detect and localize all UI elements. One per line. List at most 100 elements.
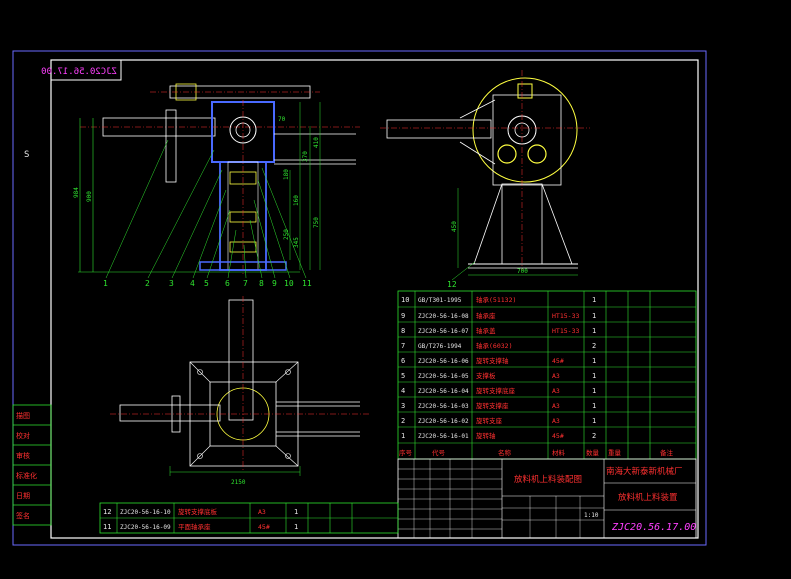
bottom-table: 12 ZJC20-56-16-10 旋转支撑底板 A3 111 ZJC20-56-16-0… <box>99 502 399 534</box>
part-row-code: ZJC20-56-16-01 <box>418 433 469 440</box>
part-row-qty: 1 <box>592 327 596 335</box>
part-row-no: 2 <box>401 417 405 425</box>
title-right: 放料机上料装置 <box>618 492 678 503</box>
part-row-qty: 1 <box>592 312 596 320</box>
part-row-material: A3 <box>552 372 560 380</box>
part-row-material: 45# <box>552 357 564 365</box>
part-row-qty: 1 <box>592 296 596 304</box>
callout-10: 10 <box>284 279 294 288</box>
part-row-name: 支撑板 <box>476 371 496 380</box>
dim-250: 250 <box>283 229 290 240</box>
dim-180: 180 <box>283 169 290 180</box>
part-row-code: ZJC20-56-16-05 <box>418 373 469 380</box>
part-row-name: 旋转支座 <box>476 416 503 425</box>
part-row-name: 轴承(51132) <box>476 295 516 304</box>
part-row-name: 轴承(6032) <box>476 341 512 350</box>
part-row-code: ZJC20-56-16-04 <box>418 388 469 395</box>
part-row-no: 8 <box>401 327 405 335</box>
part-row-no: 1 <box>401 432 405 440</box>
dim-984: 984 <box>73 187 80 198</box>
hdr-remark: 备注 <box>660 448 674 457</box>
bottom-row-qty: 1 <box>294 523 298 531</box>
part-row-no: 3 <box>401 402 405 410</box>
callout-2: 2 <box>145 279 150 288</box>
callout-12: 12 <box>447 280 457 289</box>
part-row-name: 轴承盖 <box>476 326 496 335</box>
part-row-name: 旋转轴 <box>476 431 496 440</box>
bottom-row-no: 12 <box>103 508 111 516</box>
callout-4: 4 <box>190 279 195 288</box>
left-strip-0: 描图 <box>16 411 30 420</box>
dim-370: 370 <box>302 151 309 162</box>
part-row-qty: 1 <box>592 417 596 425</box>
part-row-name: 轴承座 <box>476 311 496 320</box>
callout-11: 11 <box>302 279 312 288</box>
front-view: 984 900 370 410 750 180 160 250 345 70 1… <box>73 83 360 288</box>
dim-345: 345 <box>293 237 300 248</box>
part-row-code: GB/T301-1995 <box>418 297 462 304</box>
part-row-name: 旋转支撑轴 <box>476 356 509 365</box>
bottom-row-name: 平面轴承座 <box>178 522 211 531</box>
left-strip-5: 签名 <box>16 511 30 520</box>
part-row-qty: 1 <box>592 357 596 365</box>
part-row-code: ZJC20-56-16-02 <box>418 418 469 425</box>
cad-drawing: ZJC20.56.17.00 S 描图 校对 审核 标准化 日期 签名 984 … <box>12 50 707 546</box>
hdr-qty: 数量 <box>586 448 600 457</box>
drawing-number-bottom: ZJC20.56.17.00 <box>611 522 696 533</box>
inner-border <box>50 59 699 539</box>
bottom-row-qty: 1 <box>294 508 298 516</box>
part-row-code: ZJC20-56-16-06 <box>418 358 469 365</box>
part-row-code: ZJC20-56-16-03 <box>418 403 469 410</box>
callout-8: 8 <box>259 279 264 288</box>
part-row-material: A3 <box>552 402 560 410</box>
part-row-no: 10 <box>401 296 409 304</box>
left-strip-3: 标准化 <box>16 471 37 480</box>
part-row-name: 旋转支撑底座 <box>476 386 516 395</box>
drawing-number-top: ZJC20.56.17.00 <box>41 67 117 77</box>
callout-1: 1 <box>103 279 108 288</box>
hdr-code: 代号 <box>432 448 446 457</box>
part-row-qty: 2 <box>592 432 596 440</box>
part-row-material: 45# <box>552 432 564 440</box>
dim-900: 900 <box>86 191 93 202</box>
title-block: 放料机上料装配图 南海大新泰新机械厂 放料机上料装置 1:10 ZJC20.56… <box>397 458 697 539</box>
part-row-no: 4 <box>401 387 405 395</box>
plan-view: 2150 <box>110 296 370 486</box>
left-strip: 描图 校对 审核 标准化 日期 签名 <box>12 404 52 526</box>
dim-70: 70 <box>278 116 286 123</box>
dim-410: 410 <box>313 137 320 148</box>
part-row-qty: 1 <box>592 372 596 380</box>
callout-9: 9 <box>272 279 277 288</box>
part-row-code: ZJC20-56-16-08 <box>418 313 469 320</box>
bottom-row-material: 45# <box>258 523 270 531</box>
left-strip-1: 校对 <box>16 431 30 440</box>
side-view: 450 700 12 <box>380 70 590 289</box>
left-strip-4: 日期 <box>16 492 30 500</box>
part-row-material: HT15-33 <box>552 327 579 335</box>
hdr-weight: 重量 <box>608 449 622 457</box>
callout-3: 3 <box>169 279 174 288</box>
part-row-qty: 2 <box>592 342 596 350</box>
dim-450: 450 <box>451 221 458 232</box>
part-row-no: 5 <box>401 372 405 380</box>
dim-2150: 2150 <box>231 479 246 486</box>
bottom-row-code: ZJC20-56-16-09 <box>120 524 171 531</box>
part-row-code: ZJC20-56-16-07 <box>418 328 469 335</box>
part-row-qty: 1 <box>592 387 596 395</box>
dim-750: 750 <box>313 217 320 228</box>
drawing-number-top-box: ZJC20.56.17.00 <box>41 59 122 81</box>
parts-table: 10 GB/T301-1995 轴承(51132) 1 9 ZJC20-56-16-08 轴… <box>397 290 697 460</box>
title-left: 放料机上料装配图 <box>514 474 582 485</box>
hdr-material: 材料 <box>552 448 566 457</box>
bottom-row-no: 11 <box>103 523 111 531</box>
part-row-material: A3 <box>552 387 560 395</box>
callout-6: 6 <box>225 279 230 288</box>
left-strip-2: 审核 <box>16 451 30 460</box>
part-row-material: A3 <box>552 417 560 425</box>
hdr-name: 名称 <box>498 448 512 457</box>
bottom-row-material: A3 <box>258 508 266 516</box>
dim-700: 700 <box>517 268 528 275</box>
part-row-name: 旋转支撑座 <box>476 401 509 410</box>
callout-5: 5 <box>204 279 209 288</box>
bottom-row-code: ZJC20-56-16-10 <box>120 509 171 516</box>
